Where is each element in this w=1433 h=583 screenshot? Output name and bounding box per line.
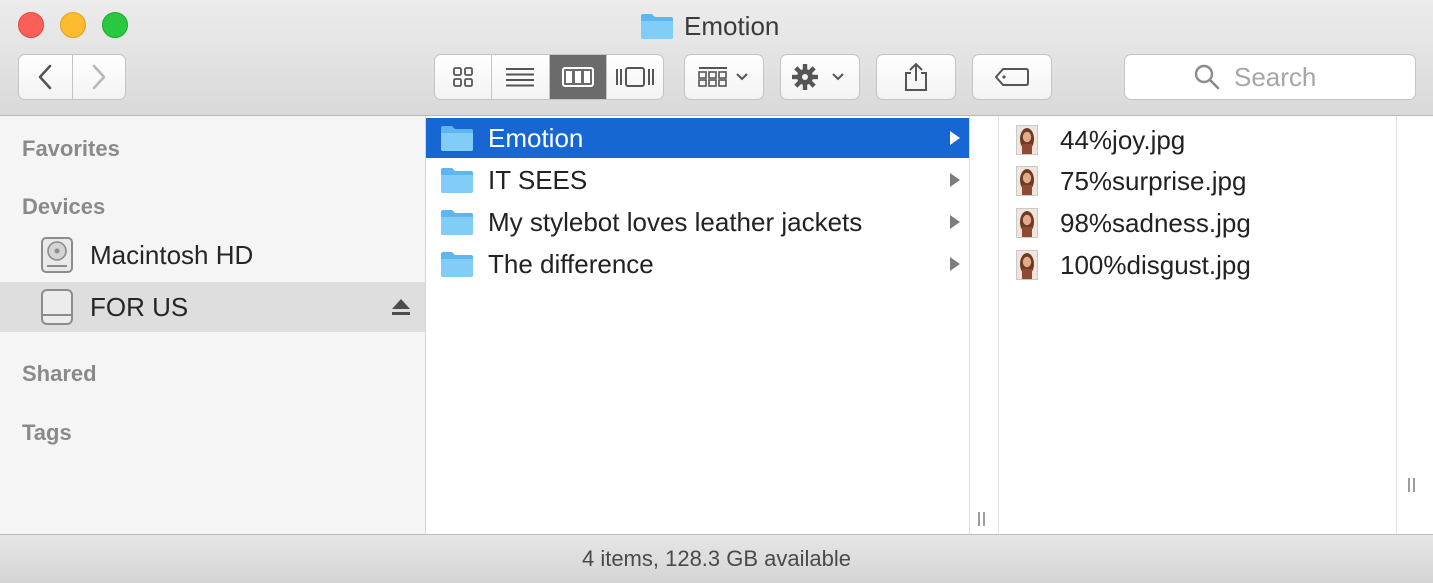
tag-icon — [995, 68, 1029, 86]
sidebar-header-devices: Devices — [22, 194, 106, 219]
folder-row-it-sees[interactable]: IT SEES — [426, 160, 969, 200]
icon-view-button[interactable] — [435, 55, 491, 99]
disclosure-arrow-icon — [950, 173, 960, 187]
eject-icon[interactable] — [391, 298, 411, 316]
zoom-button[interactable] — [102, 12, 128, 38]
folder-row-emotion[interactable]: Emotion — [426, 118, 969, 158]
sidebar: Favorites Devices Macintosh HD FOR US Sh… — [0, 116, 426, 534]
external-drive-icon — [41, 289, 73, 325]
folder-icon — [441, 168, 473, 193]
chevron-left-icon — [38, 64, 52, 90]
folder-label: The difference — [488, 248, 654, 279]
list-view-button[interactable] — [491, 55, 548, 99]
cover-flow-icon — [615, 67, 654, 87]
file-row[interactable]: 75%surprise.jpg — [1016, 161, 1246, 201]
sidebar-item-for-us[interactable]: FOR US — [0, 282, 425, 332]
cover-flow-view-button[interactable] — [605, 55, 663, 99]
hard-drive-icon — [41, 237, 73, 273]
file-label: 98%sadness.jpg — [1060, 207, 1251, 238]
window-title: Emotion — [640, 8, 779, 44]
gear-icon — [792, 64, 844, 90]
grid-icon — [453, 67, 474, 87]
folders-column: Emotion IT SEES My stylebot loves leathe… — [426, 116, 985, 534]
folder-label: Emotion — [488, 122, 584, 153]
title-bar: Emotion — [0, 0, 1433, 116]
forward-button[interactable] — [71, 55, 126, 99]
sidebar-item-macintosh-hd[interactable]: Macintosh HD — [0, 230, 425, 280]
column-resize-handle[interactable] — [1408, 478, 1418, 492]
sidebar-item-label: FOR US — [90, 291, 189, 322]
finder-window: Emotion Search Favorites Devices Macinto… — [0, 0, 1433, 583]
files-column: 44%joy.jpg 75%surprise.jpg 98%sadness.jp… — [970, 116, 1433, 534]
share-icon — [905, 62, 927, 91]
action-button[interactable] — [780, 54, 860, 100]
column-resize-handle[interactable] — [978, 512, 988, 526]
window-title-text: Emotion — [684, 10, 780, 41]
sidebar-item-label: Macintosh HD — [90, 239, 254, 270]
folder-label: IT SEES — [488, 164, 588, 195]
file-row[interactable]: 100%disgust.jpg — [1016, 245, 1251, 285]
file-row[interactable]: 98%sadness.jpg — [1016, 203, 1251, 243]
minimize-button[interactable] — [60, 12, 86, 38]
file-label: 100%disgust.jpg — [1060, 249, 1251, 280]
arrange-button[interactable] — [684, 54, 764, 100]
search-field[interactable] — [1124, 54, 1416, 100]
file-row[interactable]: 44%joy.jpg — [1016, 120, 1185, 160]
image-thumbnail-icon — [1016, 125, 1038, 155]
disclosure-arrow-icon — [950, 215, 960, 229]
folder-label: My stylebot loves leather jackets — [488, 206, 863, 237]
view-mode-control — [434, 54, 664, 100]
folder-row-my-stylebot[interactable]: My stylebot loves leather jackets — [426, 202, 969, 242]
back-button[interactable] — [19, 55, 72, 99]
disclosure-arrow-icon — [950, 131, 960, 145]
search-input[interactable] — [1232, 60, 1346, 94]
sidebar-header-tags: Tags — [22, 420, 72, 445]
image-thumbnail-icon — [1016, 250, 1038, 280]
close-button[interactable] — [18, 12, 44, 38]
tag-button[interactable] — [972, 54, 1052, 100]
sidebar-header-shared: Shared — [22, 361, 97, 386]
arrange-icon — [698, 67, 748, 87]
status-text: 4 items, 128.3 GB available — [581, 546, 852, 571]
search-icon — [1194, 64, 1220, 90]
file-label: 44%joy.jpg — [1060, 124, 1186, 155]
columns-icon — [561, 67, 594, 87]
column-divider — [1396, 116, 1397, 534]
image-thumbnail-icon — [1016, 166, 1038, 196]
image-thumbnail-icon — [1016, 208, 1038, 238]
share-button[interactable] — [876, 54, 956, 100]
status-bar: 4 items, 128.3 GB available — [0, 534, 1433, 583]
sidebar-header-favorites: Favorites — [22, 136, 120, 161]
column-divider — [998, 116, 999, 534]
folder-row-the-difference[interactable]: The difference — [426, 244, 969, 284]
chevron-right-icon — [92, 64, 106, 90]
folder-icon — [441, 210, 473, 235]
list-icon — [506, 68, 535, 87]
column-view-button[interactable] — [548, 55, 606, 99]
disclosure-arrow-icon — [950, 257, 960, 271]
folder-icon — [441, 252, 473, 277]
file-label: 75%surprise.jpg — [1060, 165, 1247, 196]
folder-icon — [641, 14, 673, 39]
folder-icon — [441, 126, 473, 151]
back-forward-control — [18, 54, 126, 100]
